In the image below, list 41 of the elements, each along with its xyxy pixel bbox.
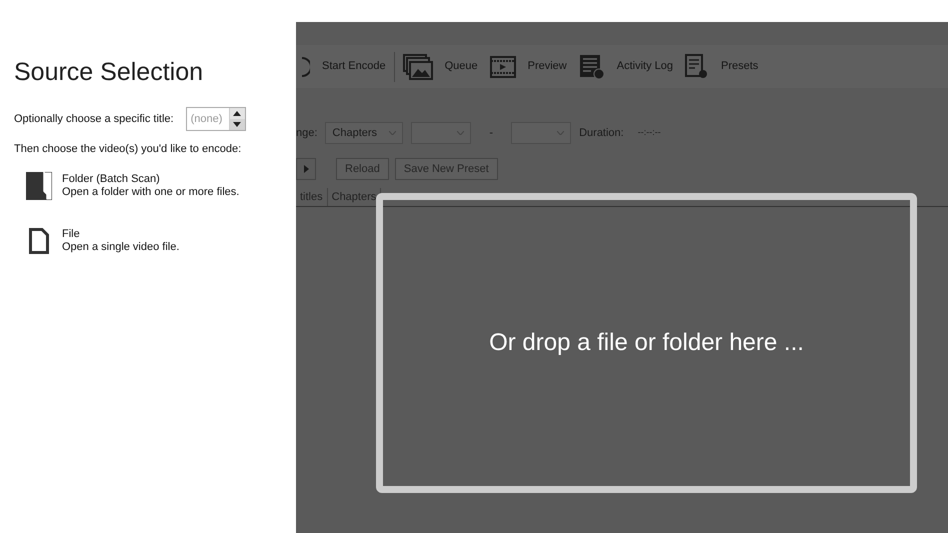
folder-icon [26, 172, 52, 200]
log-document-icon [578, 54, 605, 80]
play-icon [304, 165, 308, 173]
toolbar-button[interactable]: Queue [396, 54, 484, 80]
panel-title: Source Selection [14, 60, 204, 85]
film-icon [490, 56, 516, 78]
toolbar-button[interactable]: Preview [484, 56, 573, 78]
document-gear-icon [685, 54, 709, 80]
spin-down-button[interactable] [230, 119, 245, 130]
end-dropdown[interactable] [511, 122, 572, 144]
range-label: nge: [296, 126, 318, 141]
instruction-text: Then choose the video(s) you'd like to encode: [14, 142, 242, 157]
option-description: Open a folder with one or more files. [62, 186, 240, 198]
title-spinner[interactable]: (none) [186, 107, 246, 131]
down-arrow-icon [233, 122, 242, 127]
duration-value: --:--:-- [638, 126, 661, 140]
range-separator: - [488, 126, 494, 141]
spin-up-button[interactable] [230, 108, 245, 119]
title-picker-label: Optionally choose a specific title: [14, 112, 174, 127]
start-dropdown[interactable] [411, 122, 472, 144]
duration-label: Duration: [579, 126, 624, 141]
toolbar-button[interactable]: Presets [679, 54, 764, 80]
toolbar-action-button[interactable]: Save New Preset [394, 158, 498, 180]
drop-zone-text: Or drop a file or folder here ... [489, 328, 804, 358]
tab[interactable]: Chapters [328, 188, 382, 206]
title-input[interactable]: (none) [186, 108, 229, 130]
range-mode-dropdown[interactable]: Chapters [325, 122, 404, 144]
up-arrow-icon [233, 111, 242, 116]
toolbar-button[interactable]: Start Encode [296, 56, 392, 76]
source-option[interactable]: File Open a single video file. [26, 228, 296, 254]
play-button[interactable] [296, 158, 316, 180]
option-name: File [62, 228, 81, 240]
option-description: Open a single video file. [62, 240, 180, 254]
toolbar-action-button[interactable]: Reload [336, 158, 389, 180]
toolbar-button[interactable]: Activity Log [572, 54, 679, 80]
file-icon [29, 228, 49, 254]
source-option[interactable]: Folder (Batch Scan) Open a folder with one or more files. [26, 172, 296, 200]
drop-zone[interactable]: Or drop a file or folder here ... [376, 193, 917, 493]
tab[interactable]: titles [296, 188, 328, 206]
option-name: Folder (Batch Scan) [62, 172, 161, 186]
image-stack-icon [402, 54, 433, 80]
